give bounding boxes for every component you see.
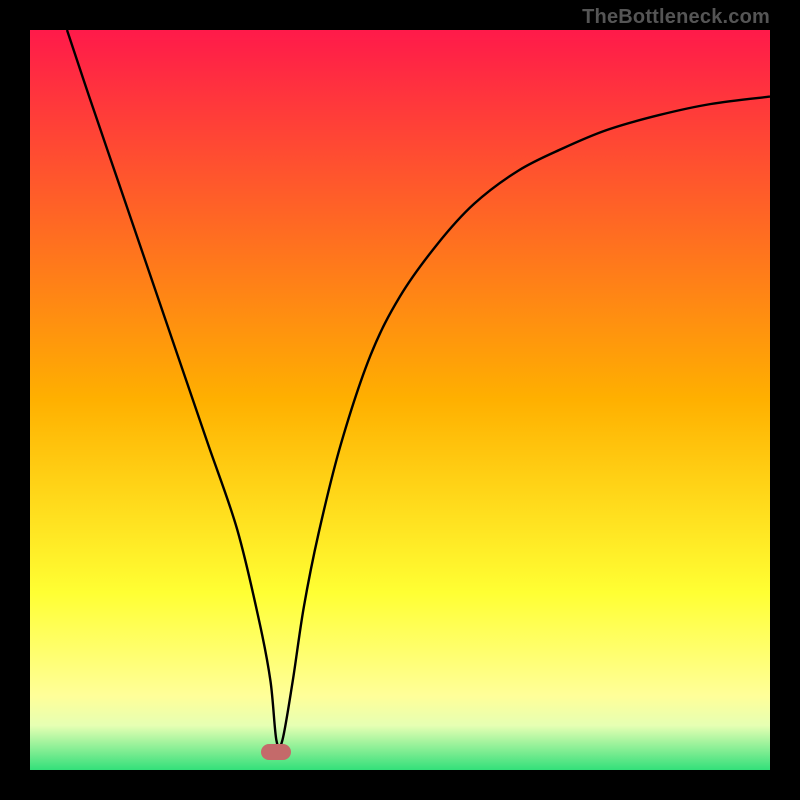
optimal-point-marker [261,744,291,760]
attribution-text: TheBottleneck.com [582,6,770,29]
gradient-background [30,30,770,770]
chart-svg [30,30,770,770]
chart-plot-area [30,30,770,770]
